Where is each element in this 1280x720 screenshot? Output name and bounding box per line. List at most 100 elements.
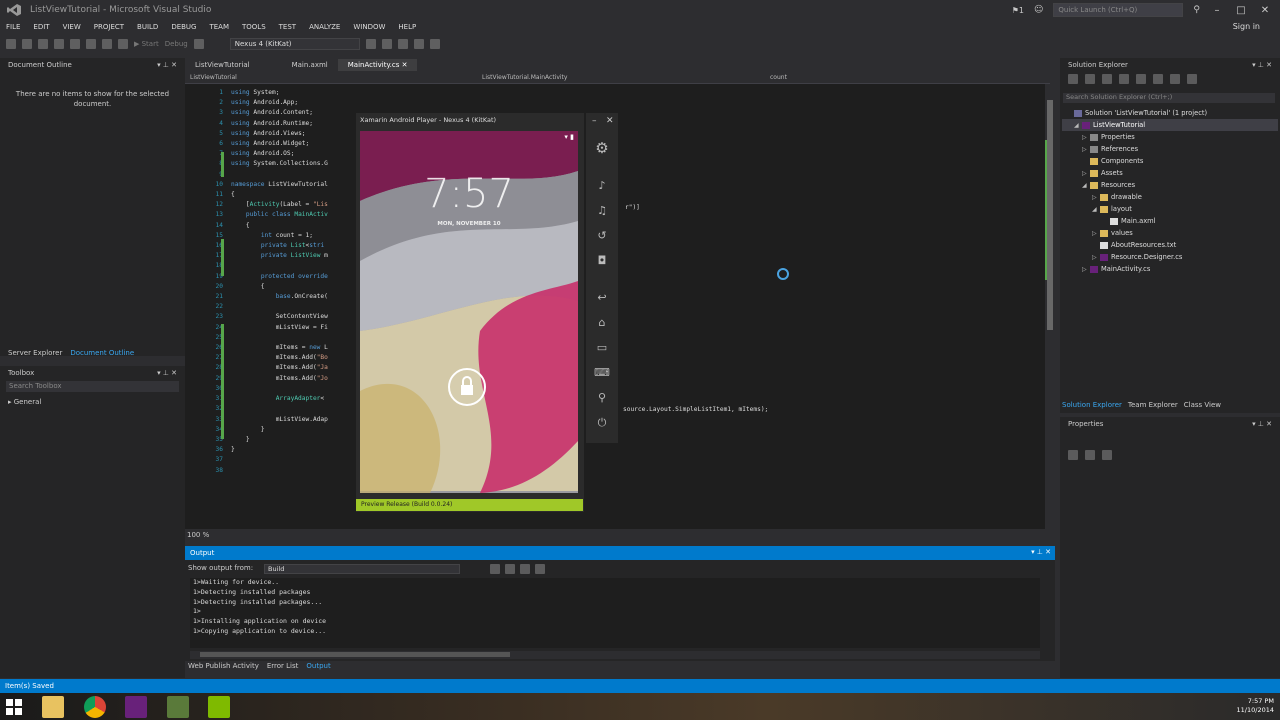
maximize-button[interactable]: □ [1234,5,1248,16]
alphabetical-icon[interactable] [1085,450,1095,460]
panel-controls-icon[interactable]: ▾ ⊥ ✕ [1031,548,1051,556]
minimize-button[interactable]: – [1210,5,1224,16]
show-all-files-icon[interactable] [1170,74,1180,84]
quick-launch-input[interactable]: Quick Launch (Ctrl+Q) [1053,3,1184,17]
notification-flag-icon[interactable]: ⚑1 [1012,6,1024,15]
app-taskbar-icon[interactable] [167,696,189,718]
menu-file[interactable]: FILE [6,23,20,31]
save-icon[interactable] [70,39,80,49]
property-pages-icon[interactable] [1102,450,1112,460]
stop-icon[interactable] [381,39,392,49]
breakpoint-icon[interactable] [397,39,408,49]
bookmark-icon[interactable] [413,39,424,49]
volume-down-icon[interactable]: ♫ [594,204,610,218]
device-combo[interactable]: Nexus 4 (KitKat) [229,38,360,50]
emulator-close-button[interactable]: ✕ [606,116,614,126]
toolbox-group-general[interactable]: ▸ General [0,394,185,410]
tab-output[interactable]: Output [306,662,330,672]
editor-scroll-thumb[interactable] [1047,100,1053,330]
home-icon[interactable] [1102,74,1112,84]
windows-start-icon[interactable] [6,699,22,715]
open-icon[interactable] [54,39,64,49]
tree-item-components[interactable]: Components [1062,155,1278,167]
volume-up-icon[interactable]: ♪ [594,179,610,193]
tab-web-publish-activity[interactable]: Web Publish Activity [188,662,259,672]
power-icon[interactable]: ⏻ [594,416,610,430]
menu-window[interactable]: WINDOW [353,23,385,31]
device-manager-icon[interactable] [365,39,376,49]
rotate-icon[interactable]: ↺ [594,229,610,243]
pin-icon[interactable]: ▾ ⊥ ✕ [1252,420,1272,428]
camera-icon[interactable]: ◘ [594,254,610,268]
pin-icon[interactable]: ▾ ⊥ ✕ [1252,61,1272,69]
home-icon[interactable]: ⌂ [594,316,610,330]
search-icon[interactable]: ⚲ [594,391,610,405]
back-icon[interactable] [1068,74,1078,84]
menu-edit[interactable]: EDIT [33,23,49,31]
menu-team[interactable]: TEAM [209,23,229,31]
emulator-screen[interactable]: 7:57 MON, NOVEMBER 10 ▾ ▮ [360,131,578,493]
save-all-icon[interactable] [86,39,96,49]
zoom-level[interactable]: 100 % [185,531,1045,541]
xamarin-player-taskbar-icon[interactable] [208,696,230,718]
sign-in-link[interactable]: Sign in [1233,22,1260,31]
recent-apps-icon[interactable]: ▭ [594,341,610,355]
menu-analyze[interactable]: ANALYZE [309,23,340,31]
menu-help[interactable]: HELP [398,23,416,31]
previous-message-icon[interactable] [505,564,515,574]
unlock-icon[interactable] [448,368,486,406]
tab-team-explorer[interactable]: Team Explorer [1128,401,1178,411]
tree-item-project[interactable]: ◢ ListViewTutorial [1062,119,1278,131]
toolbox-search-input[interactable]: Search Toolbox [6,381,179,392]
refresh-icon[interactable] [1136,74,1146,84]
go-to-message-icon[interactable] [490,564,500,574]
tree-item-resources[interactable]: ◢ Resources [1062,179,1278,191]
tab-listviewtutorial[interactable]: ListViewTutorial [185,59,260,71]
config-combo[interactable]: Debug [165,40,188,48]
menu-debug[interactable]: DEBUG [171,23,196,31]
find-icon[interactable] [193,39,204,49]
chrome-icon[interactable] [84,696,106,718]
tab-document-outline[interactable]: Document Outline [70,349,134,359]
undo-icon[interactable] [102,39,112,49]
search-icon[interactable]: ⚲ [1193,5,1200,15]
new-project-icon[interactable] [38,39,48,49]
menu-test[interactable]: TEST [279,23,296,31]
tab-server-explorer[interactable]: Server Explorer [8,349,62,359]
tree-item-layout[interactable]: ◢ layout [1062,203,1278,215]
tab-main-axml[interactable]: Main.axml [282,59,338,71]
tab-solution-explorer[interactable]: Solution Explorer [1062,401,1122,411]
tree-item-assets[interactable]: ▷ Assets [1062,167,1278,179]
clear-all-icon[interactable] [520,564,530,574]
menu-view[interactable]: VIEW [63,23,81,31]
forward-icon[interactable] [22,39,32,49]
properties-icon[interactable] [1187,74,1197,84]
output-scroll-thumb[interactable] [200,652,510,657]
menu-build[interactable]: BUILD [137,23,158,31]
back-icon[interactable]: ↩ [594,291,610,305]
tree-item-main-axml[interactable]: Main.axml [1062,215,1278,227]
tab-error-list[interactable]: Error List [267,662,299,672]
comment-icon[interactable] [429,39,440,49]
tree-item-resource-designer[interactable]: ▷ Resource.Designer.cs [1062,251,1278,263]
menu-tools[interactable]: TOOLS [242,23,266,31]
forward-icon[interactable] [1085,74,1095,84]
menu-project[interactable]: PROJECT [94,23,124,31]
keyboard-icon[interactable]: ⌨ [594,366,610,380]
output-source-select[interactable]: Build [264,564,460,574]
class-nav-combo[interactable]: ListViewTutorial.MainActivity [482,74,762,82]
tree-item-properties[interactable]: ▷ Properties [1062,131,1278,143]
tree-item-mainactivity[interactable]: ▷ MainActivity.cs [1062,263,1278,275]
redo-icon[interactable] [118,39,128,49]
project-nav-combo[interactable]: ListViewTutorial [190,74,470,82]
file-explorer-icon[interactable] [42,696,64,718]
tree-item-drawable[interactable]: ▷ drawable [1062,191,1278,203]
tab-mainactivity-cs[interactable]: MainActivity.cs ✕ [337,59,418,71]
tree-item-aboutresources[interactable]: AboutResources.txt [1062,239,1278,251]
tab-class-view[interactable]: Class View [1184,401,1221,411]
member-nav-combo[interactable]: count [770,74,970,82]
tree-item-solution[interactable]: Solution 'ListViewTutorial' (1 project) [1062,107,1278,119]
sync-icon[interactable] [1119,74,1129,84]
close-button[interactable]: ✕ [1258,5,1272,16]
word-wrap-icon[interactable] [535,564,545,574]
